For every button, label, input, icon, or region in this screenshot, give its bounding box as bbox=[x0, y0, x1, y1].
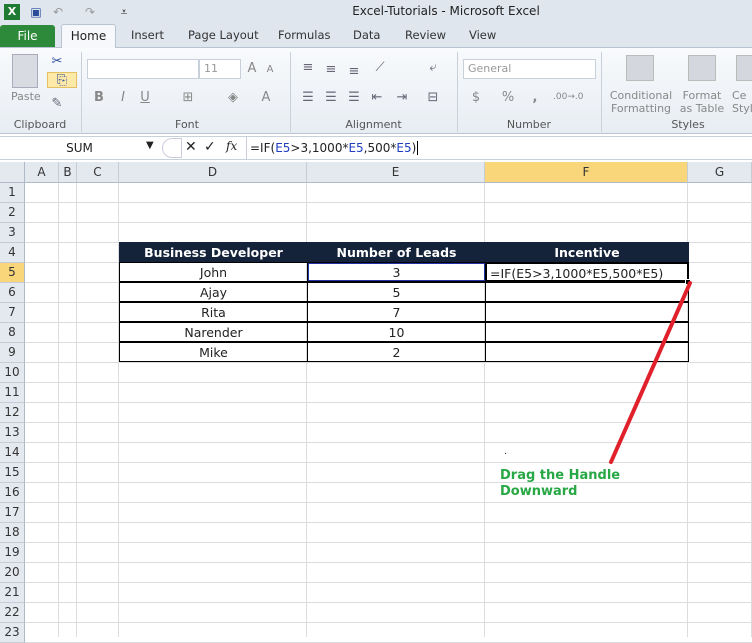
note-line-1: Drag the Handle bbox=[500, 468, 621, 483]
annotation-note: Drag the Handle Downward bbox=[500, 468, 620, 500]
note-line-2: Downward bbox=[500, 484, 578, 499]
stray-dot: . bbox=[504, 446, 508, 457]
annotation-layer bbox=[609, 281, 692, 464]
red-arrow-line bbox=[609, 281, 692, 464]
